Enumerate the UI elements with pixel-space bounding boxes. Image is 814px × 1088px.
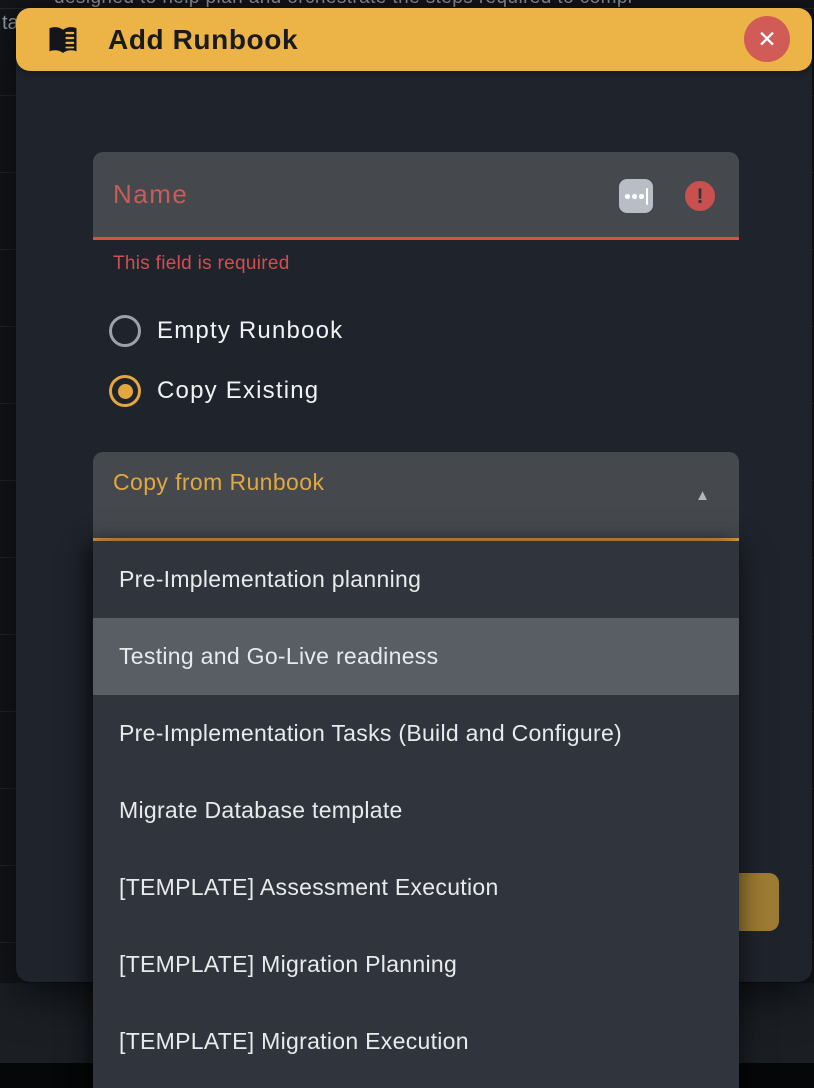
runbook-dropdown-menu: Pre-Implementation planning Testing and … <box>93 541 739 1088</box>
copy-from-runbook-select[interactable]: Copy from Runbook ▲ <box>93 452 739 541</box>
name-error-message: This field is required <box>113 253 290 275</box>
autofill-icon[interactable] <box>619 179 653 213</box>
chevron-up-icon: ▲ <box>695 487 710 504</box>
radio-selected-icon <box>109 375 141 407</box>
runbook-book-icon <box>42 22 84 58</box>
radio-unselected-icon <box>109 315 141 347</box>
error-icon: ! <box>685 181 715 211</box>
close-button[interactable]: ✕ <box>744 16 790 62</box>
dropdown-option[interactable]: [TEMPLATE] Migration Execution <box>93 1003 739 1080</box>
radio-empty-runbook[interactable]: Empty Runbook <box>109 315 343 347</box>
dropdown-option[interactable]: Testing and Go-Live readiness <box>93 618 739 695</box>
dialog-title: Add Runbook <box>108 24 298 56</box>
dialog-header: Add Runbook ✕ <box>16 8 812 71</box>
name-input-label: Name <box>113 152 188 237</box>
radio-copy-existing[interactable]: Copy Existing <box>109 375 319 407</box>
dropdown-option[interactable]: [TEMPLATE] Migration Planning <box>93 926 739 1003</box>
dropdown-option[interactable]: Pre-Implementation Tasks (Build and Conf… <box>93 695 739 772</box>
dropdown-option[interactable]: [TEMPLATE] Assessment Execution <box>93 849 739 926</box>
dropdown-option[interactable]: Pre-Implementation planning <box>93 541 739 618</box>
radio-empty-runbook-label: Empty Runbook <box>157 317 343 345</box>
dropdown-option[interactable]: Migrate Database template <box>93 772 739 849</box>
copy-from-runbook-label: Copy from Runbook <box>113 469 324 496</box>
name-input[interactable]: Name ! <box>93 152 739 240</box>
radio-copy-existing-label: Copy Existing <box>157 377 319 405</box>
close-icon: ✕ <box>757 28 776 51</box>
